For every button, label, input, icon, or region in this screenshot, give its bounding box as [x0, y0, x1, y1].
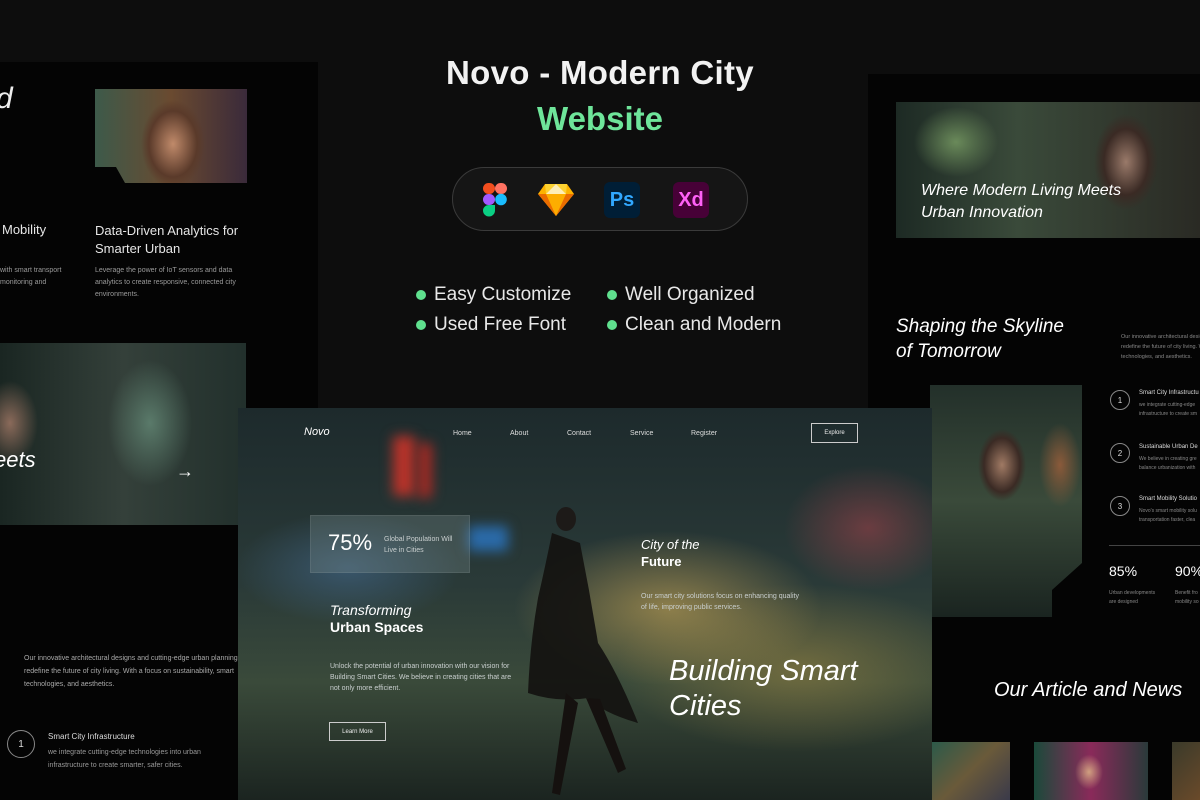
hero-big-heading: Building Smart Cities	[669, 655, 858, 722]
item-number-circle: 1	[1110, 390, 1130, 410]
logo[interactable]: Novo	[304, 426, 330, 438]
tools-pill: Ps Xd	[452, 167, 748, 231]
nav-service[interactable]: Service	[630, 430, 653, 437]
analytics-text: Leverage the power of IoT sensors and da…	[95, 267, 236, 298]
item-number-circle: 3	[1110, 496, 1130, 516]
mobility-title: Mobility	[2, 222, 47, 237]
item-title: Smart Mobility Solutio	[1139, 496, 1198, 502]
feature-item: Clean and Modern	[607, 314, 781, 336]
item-title: Smart City Infrastructu	[1139, 390, 1199, 396]
check-dot-icon	[416, 290, 426, 300]
stat-value: 75%	[328, 530, 373, 555]
learn-more-button[interactable]: Learn More	[329, 722, 386, 741]
street-photo: eets →	[0, 343, 246, 525]
item-number-circle: 2	[1110, 443, 1130, 463]
about-text: Our innovative architectural designs and…	[24, 655, 238, 688]
city-heading: City of the Future	[641, 537, 700, 569]
step-title: Smart City Infrastructure	[48, 732, 135, 741]
walking-woman-figure	[528, 507, 638, 795]
skyline-text: Our innovative architectural desig redefi…	[1121, 334, 1200, 360]
explore-button[interactable]: Explore	[811, 423, 858, 443]
stat-text: Global Population Will Live in Cities	[384, 536, 453, 554]
item-text: We believe in creating gre balance urbani…	[1139, 456, 1197, 471]
article-thumbnail[interactable]	[1172, 742, 1200, 800]
hero-photo: Where Modern Living Meets Urban Innovatio…	[896, 102, 1200, 238]
photoshop-icon: Ps	[604, 182, 640, 218]
transform-heading: Transforming Urban Spaces	[330, 602, 424, 635]
feature-item: Used Free Font	[416, 314, 566, 336]
neon-sign	[393, 436, 415, 496]
meets-fragment: eets	[0, 447, 36, 472]
neon-sign	[418, 443, 432, 498]
check-dot-icon	[416, 320, 426, 330]
nav-register[interactable]: Register	[691, 430, 717, 437]
articles-heading: Our Article and News	[994, 679, 1183, 701]
mobility-text: with smart transport monitoring and	[0, 267, 62, 286]
nav-contact[interactable]: Contact	[567, 430, 591, 437]
article-thumbnail[interactable]	[1034, 742, 1148, 800]
hero-heading: Where Modern Living Meets Urban Innovatio…	[921, 182, 1122, 221]
check-dot-icon	[607, 320, 617, 330]
figma-icon	[483, 183, 507, 217]
item-title: Sustainable Urban De	[1139, 444, 1198, 450]
nav-about[interactable]: About	[510, 430, 528, 437]
xd-icon: Xd	[673, 182, 709, 218]
step-number-circle: 1	[7, 730, 35, 758]
stat-text: Urban developments are designed	[1109, 590, 1156, 605]
divider	[1109, 545, 1200, 546]
stat-text: Benefit fro mobility so	[1175, 590, 1199, 605]
arrow-right-icon[interactable]: →	[176, 461, 194, 482]
hero-preview: Novo Home About Contact Service Register…	[238, 408, 932, 800]
item-text: we integrate cutting-edge infrastructure …	[1139, 402, 1198, 417]
city-text: Our smart city solutions focus on enhanc…	[641, 593, 799, 611]
step-text: we integrate cutting-edge technologies i…	[48, 749, 201, 769]
article-thumbnail[interactable]	[930, 742, 1010, 800]
feature-item: Well Organized	[607, 284, 755, 306]
hero-body-text: Unlock the potential of urban innovation…	[330, 663, 512, 692]
nav-home[interactable]: Home	[453, 430, 472, 437]
neon-sign	[468, 526, 508, 551]
stat-value: 85%	[1109, 563, 1138, 579]
sketch-icon	[538, 184, 574, 216]
feature-item: Easy Customize	[416, 284, 571, 306]
check-dot-icon	[607, 290, 617, 300]
item-text: Novo's smart mobility solu transportation…	[1139, 508, 1197, 523]
analytics-title: Data-Driven Analytics for Smarter Urban	[95, 223, 239, 256]
portrait-photo-right	[930, 385, 1082, 617]
stat-value: 90%	[1175, 563, 1200, 579]
skyline-heading: Shaping the Skyline of Tomorrow	[896, 316, 1064, 362]
stat-card: 75% Global Population Will Live in Cities	[310, 515, 470, 573]
